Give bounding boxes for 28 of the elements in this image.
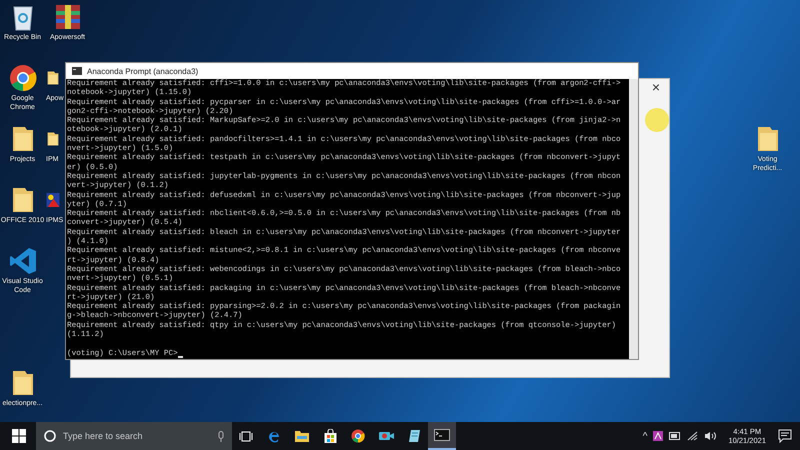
scrollbar[interactable] (629, 79, 638, 359)
text-cursor (178, 356, 183, 358)
archive-icon[interactable] (54, 3, 80, 31)
camera-icon (378, 430, 394, 442)
terminal-icon (72, 67, 82, 75)
notification-icon[interactable] (778, 429, 792, 443)
taskbar-app-button[interactable] (428, 422, 456, 450)
cortana-circle-icon (44, 430, 56, 442)
search-field[interactable]: Type here to search (61, 430, 213, 442)
windows-start-icon[interactable] (12, 429, 26, 443)
close-button[interactable]: × (648, 79, 663, 95)
chrome-icon (351, 429, 365, 443)
speaker-icon[interactable] (704, 431, 716, 441)
code-editor-icon[interactable] (8, 247, 36, 275)
terminal-icon (434, 429, 450, 441)
browser-e-icon (267, 429, 281, 443)
microphone-icon[interactable] (218, 430, 224, 442)
show-hidden-icons-button[interactable]: ^ (642, 430, 648, 442)
battery-icon[interactable] (669, 432, 682, 440)
notepad-icon (408, 429, 420, 443)
window-title: Anaconda Prompt (anaconda3) (87, 66, 198, 76)
search-bar[interactable]: Type here to search (36, 422, 232, 450)
folder-icon (295, 430, 309, 442)
task-view-icon (239, 430, 253, 442)
shopping-bag-icon (324, 429, 336, 443)
app-tray-icon[interactable] (653, 431, 664, 441)
wifi-icon[interactable] (687, 431, 698, 441)
chrome-icon[interactable] (8, 64, 36, 92)
